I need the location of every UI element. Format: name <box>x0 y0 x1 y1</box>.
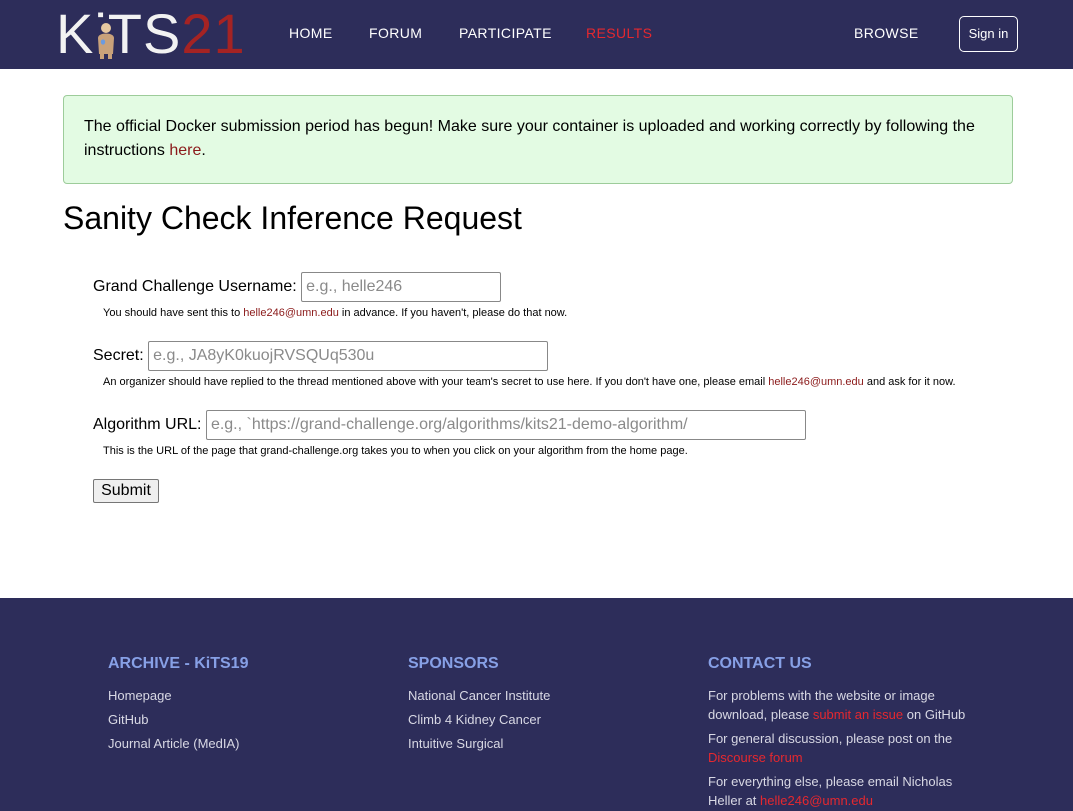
algorithm-url-row: Algorithm URL: <box>93 410 806 440</box>
algorithm-url-label: Algorithm URL: <box>93 416 202 433</box>
footer-link-nci[interactable]: National Cancer Institute <box>408 686 550 705</box>
footer-link-journal-article[interactable]: Journal Article (MedIA) <box>108 734 248 753</box>
username-help-email-link[interactable]: helle246@umn.edu <box>243 307 339 319</box>
kidney-mascot-icon <box>94 20 118 60</box>
alert-text: The official Docker submission period ha… <box>84 118 975 159</box>
contact-issues-text: For problems with the website or image d… <box>708 688 966 722</box>
contact-email-text: For everything else, please email Nichol… <box>708 774 953 808</box>
footer-archive-heading: ARCHIVE - KiTS19 <box>108 655 249 672</box>
algorithm-url-input[interactable] <box>205 410 806 440</box>
sign-in-button[interactable]: Sign in <box>959 16 1018 52</box>
secret-label: Secret: <box>93 347 144 364</box>
username-label: Grand Challenge Username: <box>93 278 297 295</box>
nav-browse[interactable]: BROWSE <box>854 25 919 42</box>
secret-help: An organizer should have replied to the … <box>103 376 956 388</box>
footer-contact-heading: CONTACT US <box>708 655 812 672</box>
secret-help-email-link[interactable]: helle246@umn.edu <box>768 376 864 388</box>
algorithm-url-help: This is the URL of the page that grand-c… <box>103 445 688 457</box>
secret-input[interactable] <box>148 341 549 371</box>
footer-sponsors-heading: SPONSORS <box>408 655 499 672</box>
alert-instructions-link[interactable]: here <box>169 142 201 159</box>
docker-submission-alert: The official Docker submission period ha… <box>63 95 1013 184</box>
nav-home[interactable]: HOME <box>289 25 333 42</box>
nav-participate[interactable]: PARTICIPATE <box>459 25 552 42</box>
footer-sponsors-column: SPONSORS National Cancer Institute Climb… <box>408 654 550 758</box>
username-row: Grand Challenge Username: <box>93 272 502 302</box>
discourse-forum-link[interactable]: Discourse forum <box>708 750 803 765</box>
page-title: Sanity Check Inference Request <box>63 200 522 236</box>
footer-contact-column: CONTACT US For problems with the website… <box>708 654 970 811</box>
top-navbar: KiTS21 HOME FORUM PARTICIPATE RESULTS BR… <box>0 0 1073 69</box>
footer-link-homepage[interactable]: Homepage <box>108 686 248 705</box>
footer-archive-column: ARCHIVE - KiTS19 Homepage GitHub Journal… <box>108 654 248 758</box>
site-footer: ARCHIVE - KiTS19 Homepage GitHub Journal… <box>0 598 1073 811</box>
submit-button[interactable]: Submit <box>93 479 159 503</box>
logo-wordmark: KiTS21 <box>56 2 246 65</box>
secret-row: Secret: <box>93 341 549 371</box>
username-help: You should have sent this to helle246@um… <box>103 307 568 319</box>
contact-email-link[interactable]: helle246@umn.edu <box>760 793 873 808</box>
nav-results[interactable]: RESULTS <box>586 25 652 42</box>
footer-link-climb4kidney[interactable]: Climb 4 Kidney Cancer <box>408 710 550 729</box>
alert-suffix: . <box>201 142 206 159</box>
submit-issue-link[interactable]: submit an issue <box>813 707 903 722</box>
kits21-logo[interactable]: KiTS21 <box>56 6 252 62</box>
username-input[interactable] <box>301 272 502 302</box>
footer-link-intuitive-surgical[interactable]: Intuitive Surgical <box>408 734 550 753</box>
nav-forum[interactable]: FORUM <box>369 25 422 42</box>
contact-discussion-text: For general discussion, please post on t… <box>708 731 953 765</box>
footer-link-github[interactable]: GitHub <box>108 710 248 729</box>
